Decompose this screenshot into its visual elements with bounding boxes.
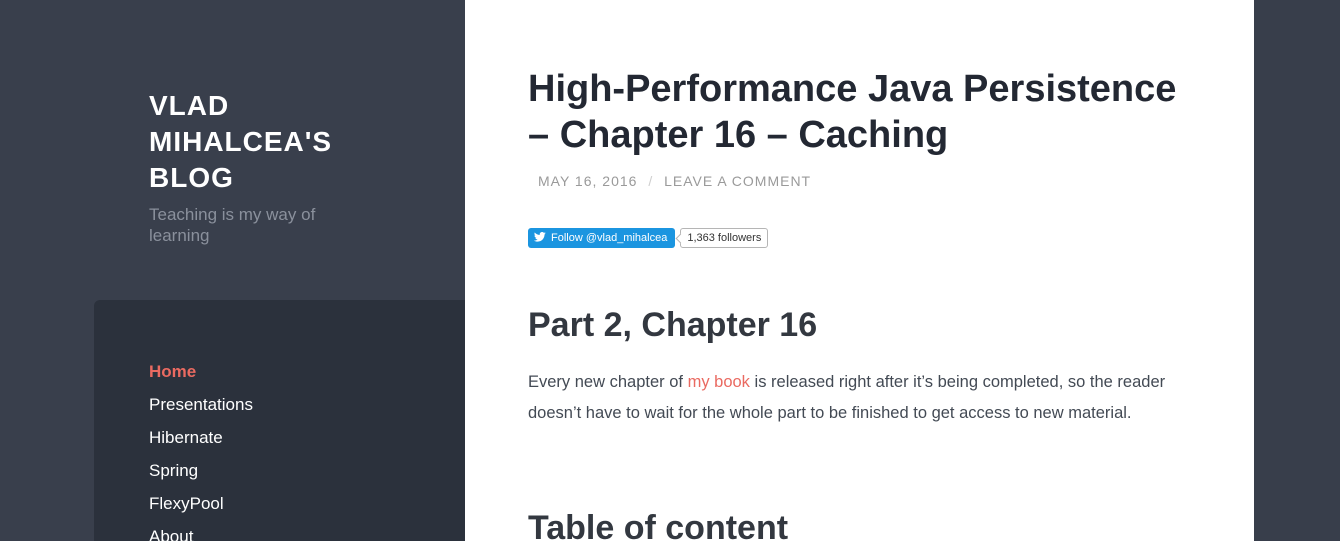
section-heading-part2: Part 2, Chapter 16 xyxy=(528,306,818,344)
meta-separator: / xyxy=(648,173,654,189)
post-title: High-Performance Java Persistence – Chap… xyxy=(528,68,1177,156)
twitter-bird-icon xyxy=(533,231,546,245)
post-content: High-Performance Java Persistence – Chap… xyxy=(465,0,1254,541)
nav-item-spring[interactable]: Spring xyxy=(149,459,253,492)
main-nav: Home Presentations Hibernate Spring Flex… xyxy=(149,360,253,541)
page: VLAD MIHALCEA'S BLOG Teaching is my way … xyxy=(0,0,1340,541)
intro-paragraph: Every new chapter of my book is released… xyxy=(528,367,1168,428)
twitter-follower-count[interactable]: 1,363 followers xyxy=(680,228,769,248)
twitter-follow-widget: Follow @vlad_mihalcea 1,363 followers xyxy=(528,228,769,248)
site-tagline: Teaching is my way of learning xyxy=(149,205,316,245)
nav-item-about[interactable]: About xyxy=(149,525,253,541)
post-meta: MAY 16, 2016 / LEAVE A COMMENT xyxy=(538,172,811,190)
nav-item-presentations[interactable]: Presentations xyxy=(149,393,253,426)
my-book-link[interactable]: my book xyxy=(688,373,750,391)
leave-comment-link[interactable]: LEAVE A COMMENT xyxy=(664,173,811,189)
paragraph-text-start: Every new chapter of xyxy=(528,373,688,391)
post-date[interactable]: MAY 16, 2016 xyxy=(538,173,637,189)
section-heading-toc: Table of content xyxy=(528,509,789,541)
nav-item-home[interactable]: Home xyxy=(149,360,253,393)
site-title[interactable]: VLAD MIHALCEA'S BLOG xyxy=(149,88,379,196)
sidebar: VLAD MIHALCEA'S BLOG Teaching is my way … xyxy=(0,0,465,541)
right-gutter xyxy=(1254,0,1340,541)
twitter-follow-button[interactable]: Follow @vlad_mihalcea xyxy=(528,228,676,248)
nav-item-flexypool[interactable]: FlexyPool xyxy=(149,492,253,525)
twitter-follow-label: Follow @vlad_mihalcea xyxy=(551,232,668,244)
nav-panel: Home Presentations Hibernate Spring Flex… xyxy=(94,300,465,541)
nav-item-hibernate[interactable]: Hibernate xyxy=(149,426,253,459)
